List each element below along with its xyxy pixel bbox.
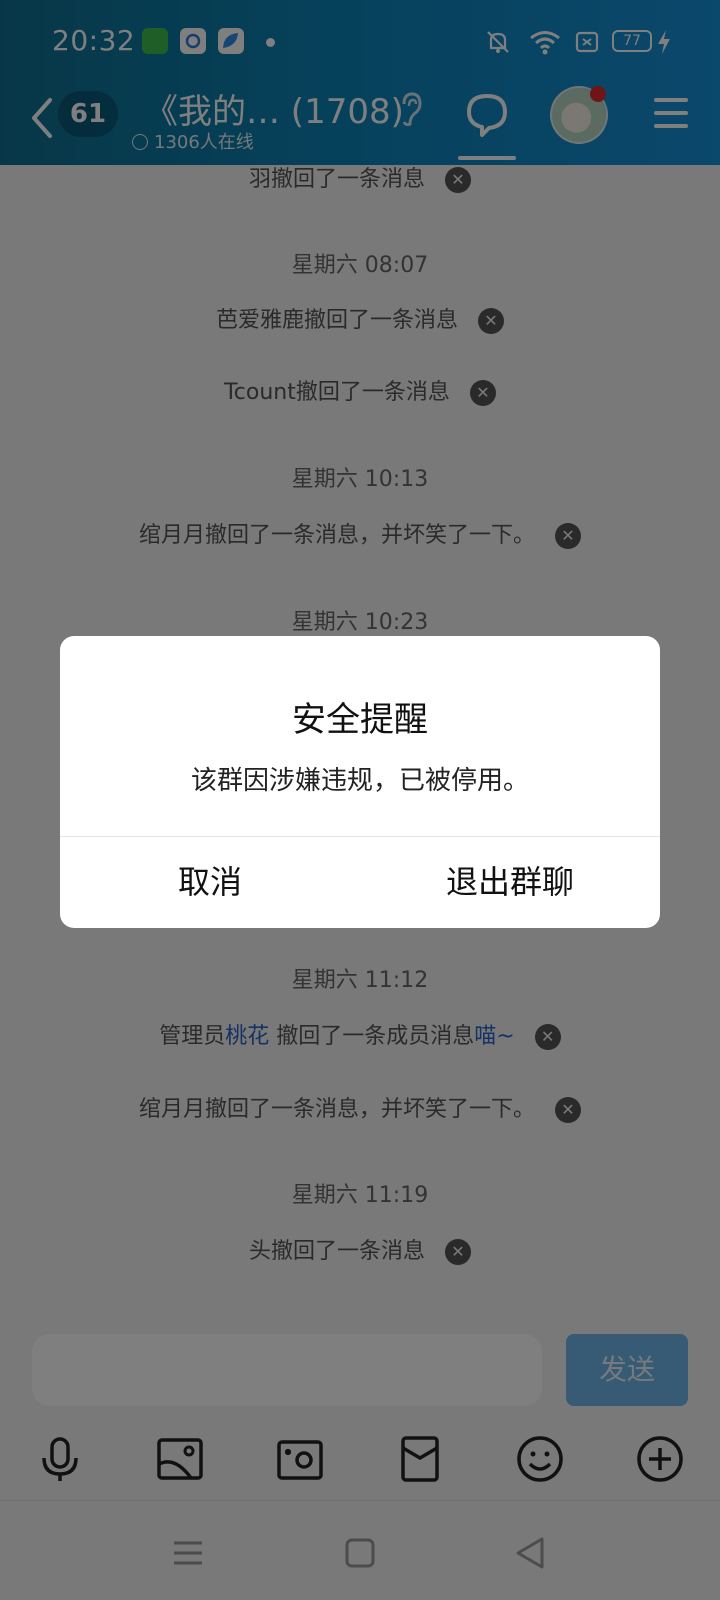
dialog-message: 该群因涉嫌违规，已被停用。 — [190, 766, 529, 796]
security-alert-dialog: 安全提醒 该群因涉嫌违规，已被停用。 取消 退出群聊 — [60, 636, 660, 928]
cancel-button[interactable]: 取消 — [60, 836, 360, 928]
exit-group-button[interactable]: 退出群聊 — [360, 836, 660, 928]
dialog-title: 安全提醒 — [292, 700, 428, 740]
